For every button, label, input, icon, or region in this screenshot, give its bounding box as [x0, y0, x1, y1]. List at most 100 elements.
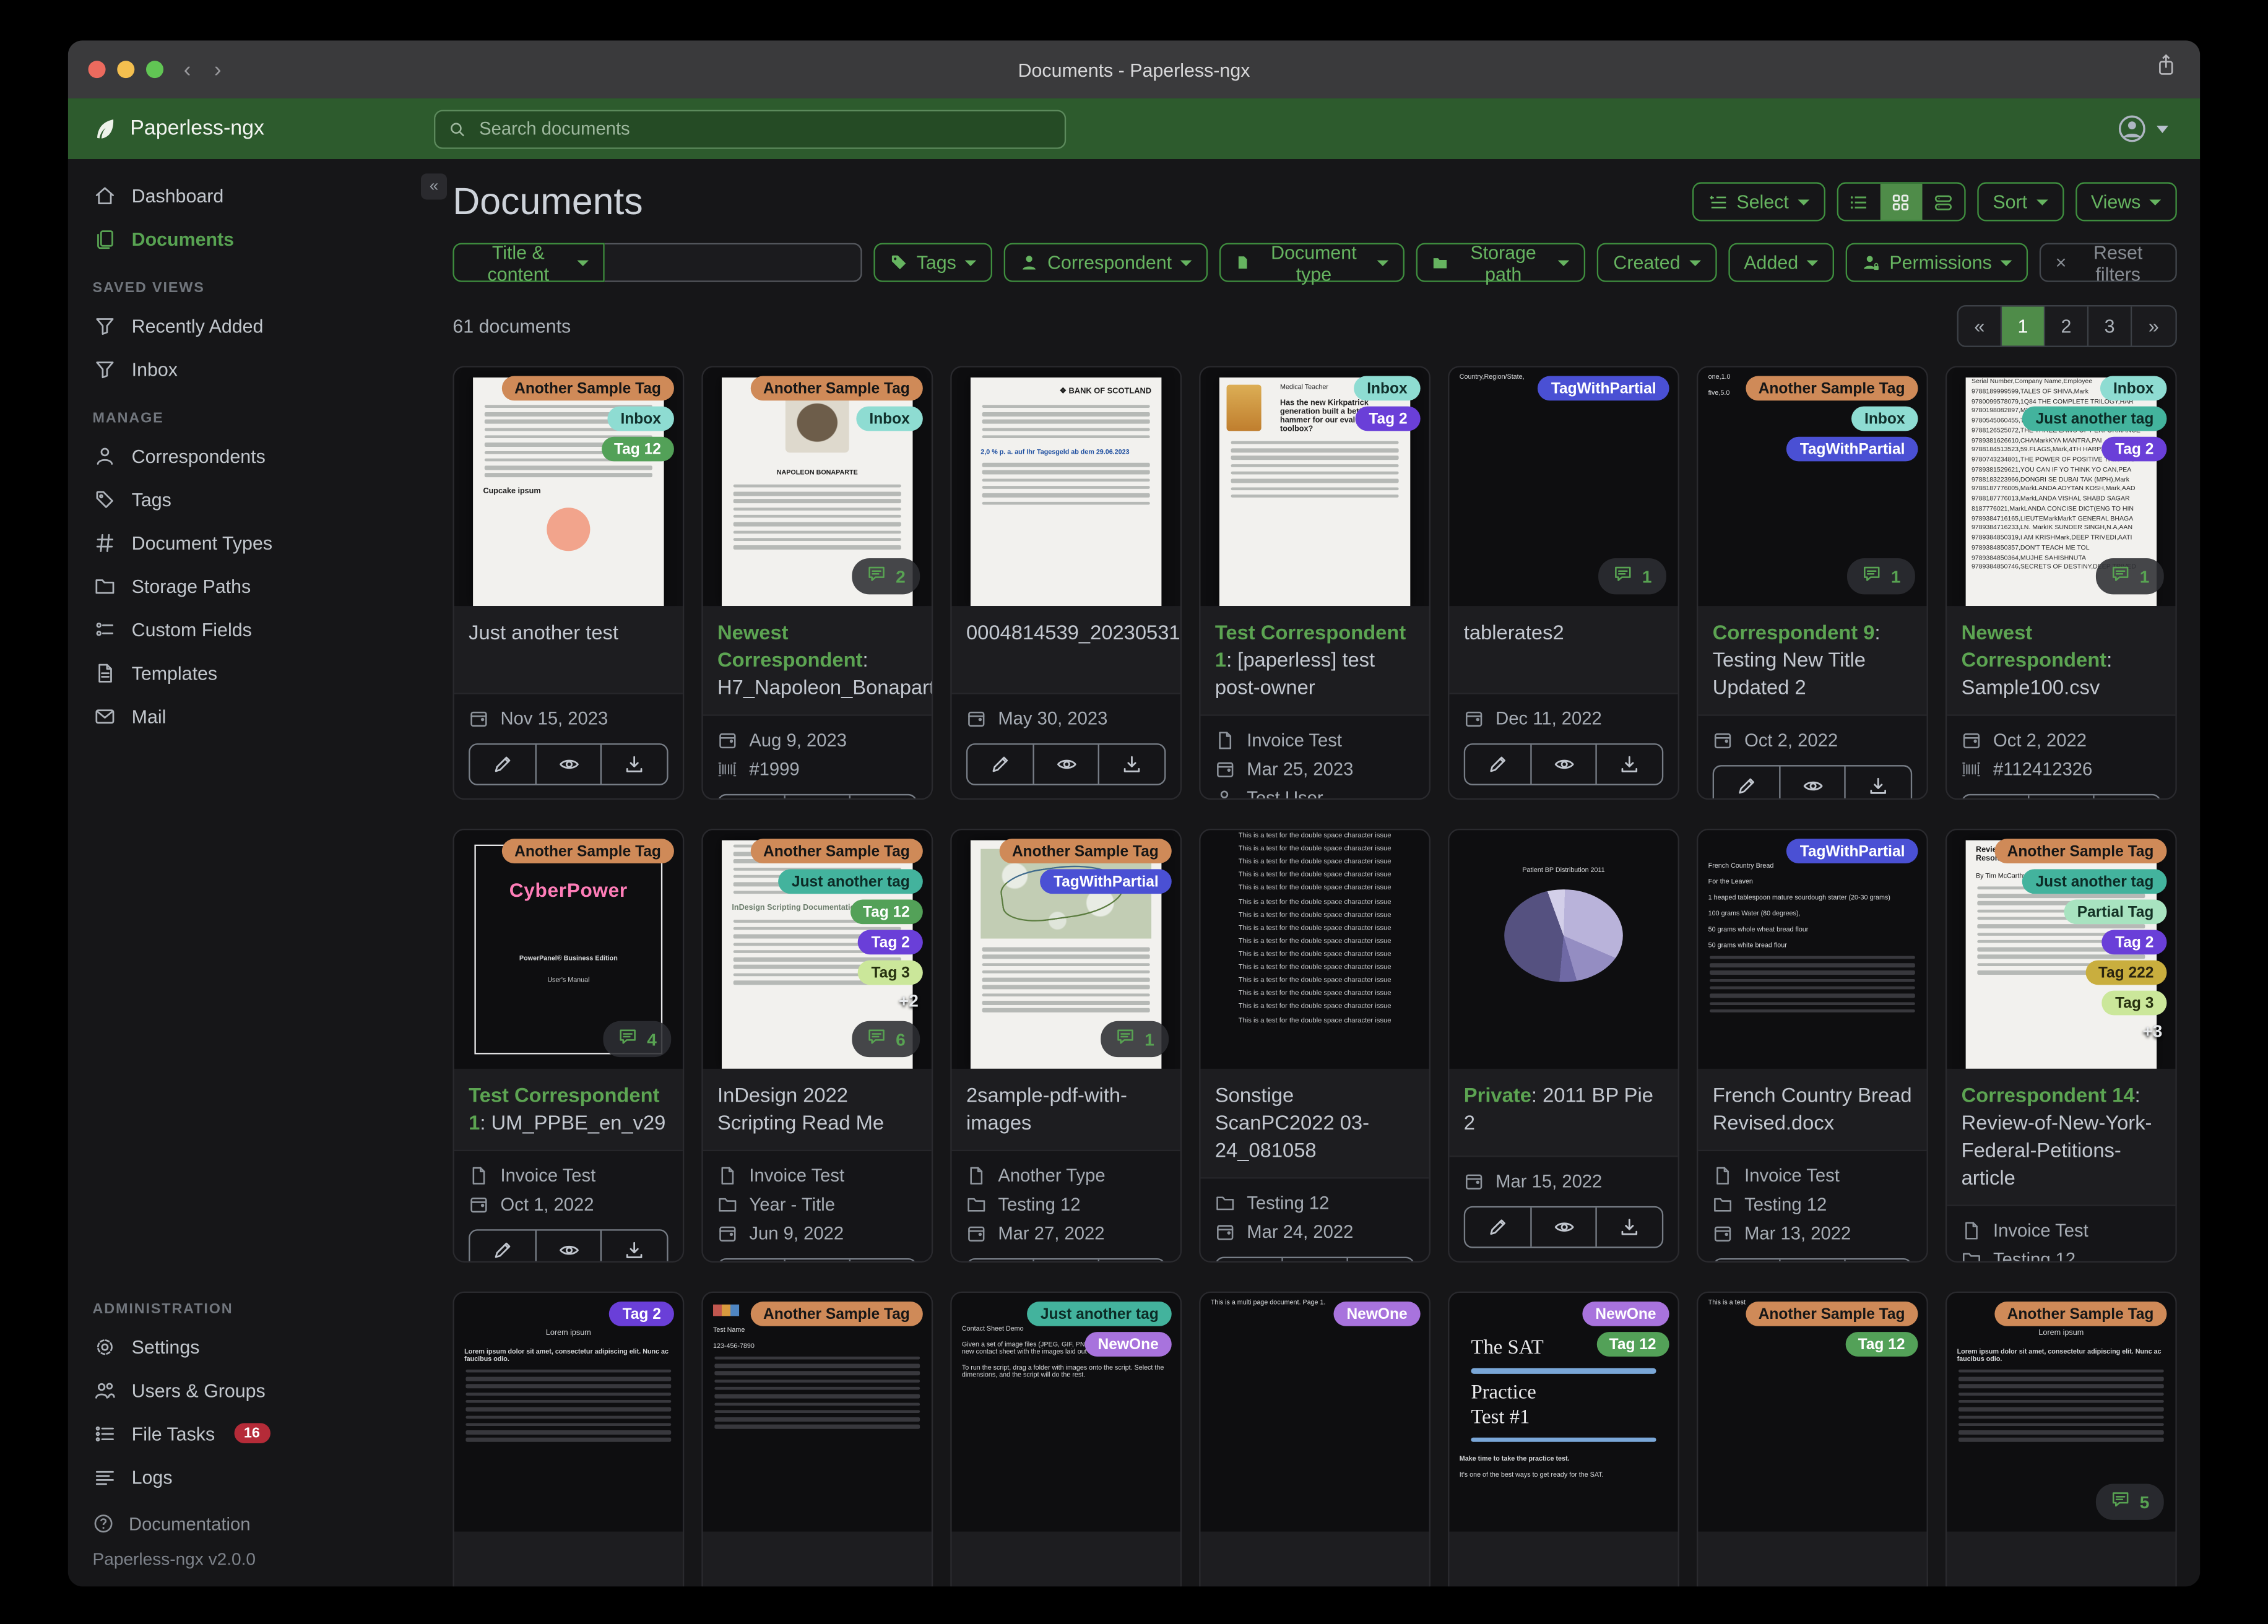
edit-document-button[interactable] — [1465, 745, 1531, 784]
tag-pill[interactable]: Just another tag — [778, 869, 923, 894]
tag-pill[interactable]: Tag 3 — [858, 960, 923, 985]
sidebar-item-recently-added[interactable]: Recently Added — [68, 304, 434, 347]
document-meta-row[interactable]: May 30, 2023 — [966, 704, 1166, 733]
views-button[interactable]: Views — [2075, 182, 2177, 222]
document-meta-row[interactable]: Aug 9, 2023 — [717, 725, 917, 754]
document-title[interactable]: 2sample-pdf-with-images — [952, 1069, 1180, 1149]
created-filter-button[interactable]: Created — [1597, 243, 1716, 282]
document-correspondent[interactable]: Correspondent 9 — [1713, 620, 1875, 643]
tag-pill[interactable]: NewOne — [1333, 1302, 1421, 1326]
sidebar-item-correspondents[interactable]: Correspondents — [68, 434, 434, 477]
document-thumbnail[interactable]: Review of Arbitral Awards Shows Swift Re… — [1947, 830, 2176, 1069]
pagination-page-1[interactable]: 1 — [2002, 306, 2046, 346]
sidebar-item-storage-paths[interactable]: Storage Paths — [68, 564, 434, 607]
document-title[interactable]: 0004814539_20230531 — [952, 606, 1180, 693]
preview-document-button[interactable] — [1780, 1259, 1846, 1261]
document-card[interactable]: Review of Arbitral Awards Shows Swift Re… — [1945, 828, 2177, 1263]
document-meta-row[interactable]: Invoice Test — [1962, 1216, 2161, 1245]
edit-document-button[interactable] — [1714, 766, 1780, 798]
preview-document-button[interactable] — [1531, 745, 1598, 784]
document-card[interactable]: ❖ BANK OF SCOTLAND 2,0 % p. a. auf Ihr Ta… — [950, 366, 1182, 800]
permissions-filter-button[interactable]: Permissions — [1846, 243, 2028, 282]
app-brand[interactable]: Paperless-ngx — [68, 116, 434, 141]
sidebar-item-document-types[interactable]: Document Types — [68, 520, 434, 564]
tag-pill[interactable]: Tag 2 — [858, 930, 923, 955]
tag-pill[interactable]: Another Sample Tag — [1994, 839, 2167, 864]
tag-pill[interactable]: TagWithPartial — [1538, 376, 1669, 401]
document-card[interactable]: Country,Region/State, TagWithPartial 1 tabl… — [1448, 366, 1679, 800]
download-document-button[interactable] — [1846, 766, 1910, 798]
preview-document-button[interactable] — [785, 795, 851, 798]
tag-pill[interactable]: Partial Tag — [2064, 899, 2167, 925]
pagination-page-3[interactable]: 3 — [2088, 306, 2132, 346]
tag-pill[interactable]: Another Sample Tag — [750, 839, 923, 864]
notes-badge[interactable]: 1 — [1847, 558, 1915, 595]
document-title[interactable]: Correspondent 9: Testing New Title Updat… — [1698, 606, 1926, 714]
document-card[interactable]: InDesign Scripting Documentation Another … — [701, 828, 933, 1263]
tag-pill[interactable]: Another Sample Tag — [1745, 376, 1918, 401]
storage-path-filter-button[interactable]: Storage path — [1416, 241, 1586, 284]
preview-document-button[interactable] — [536, 1230, 602, 1261]
share-icon[interactable] — [2155, 53, 2177, 84]
document-meta-row[interactable]: #1999 — [717, 754, 917, 784]
document-meta-row[interactable]: Mar 27, 2022 — [966, 1219, 1166, 1248]
sidebar-item-users-groups[interactable]: Users & Groups — [68, 1368, 434, 1412]
document-card[interactable]: This is a test for the double space char… — [1199, 828, 1431, 1263]
tag-pill[interactable]: Inbox — [607, 406, 674, 431]
tag-pill[interactable]: TagWithPartial — [1786, 839, 1918, 864]
title-content-input[interactable] — [604, 243, 862, 282]
document-meta-row[interactable]: Invoice Test — [1713, 1161, 1912, 1190]
document-thumbnail[interactable]: ❖ BANK OF SCOTLAND 2,0 % p. a. auf Ihr Ta… — [951, 367, 1180, 607]
document-card[interactable]: Test Name 123-456-7890 Another Sample Tag — [701, 1291, 933, 1587]
select-button[interactable]: Select — [1691, 182, 1825, 222]
sidebar-item-mail[interactable]: Mail — [68, 694, 434, 738]
download-document-button[interactable] — [851, 795, 915, 798]
tag-pill[interactable]: Another Sample Tag — [1745, 1302, 1918, 1326]
tag-pill[interactable]: Inbox — [1354, 376, 1421, 401]
document-meta-row[interactable]: Test User — [1215, 784, 1414, 798]
sidebar-item-custom-fields[interactable]: Custom Fields — [68, 607, 434, 650]
tag-pill[interactable]: Another Sample Tag — [501, 376, 674, 401]
document-card[interactable]: The SAT Practice Test #1 Make time to take … — [1448, 1291, 1679, 1587]
document-thumbnail[interactable]: InDesign Scripting Documentation Another … — [703, 830, 932, 1069]
tag-pill[interactable]: Another Sample Tag — [501, 839, 674, 864]
download-document-button[interactable] — [1598, 745, 1662, 784]
document-meta-row[interactable]: #112412326 — [1962, 754, 2161, 784]
tag-pill[interactable]: TagWithPartial — [1040, 869, 1172, 894]
download-document-button[interactable] — [1598, 1207, 1662, 1246]
document-title[interactable]: tablerates2 — [1449, 606, 1677, 693]
tag-pill[interactable]: Tag 12 — [600, 436, 674, 462]
document-meta-row[interactable]: Dec 11, 2022 — [1464, 704, 1663, 733]
tag-pill[interactable]: Tag 2 — [609, 1302, 674, 1326]
sidebar-item-file-tasks[interactable]: File Tasks 16 — [68, 1412, 434, 1455]
search-input[interactable] — [476, 117, 1052, 140]
browser-forward-icon[interactable]: › — [214, 57, 222, 82]
document-meta-row[interactable]: Invoice Test — [717, 1161, 917, 1190]
edit-document-button[interactable] — [1465, 1207, 1531, 1247]
minimize-window-button[interactable] — [117, 61, 135, 79]
document-meta-row[interactable]: Oct 2, 2022 — [1713, 725, 1912, 754]
tag-pill[interactable]: NewOne — [1084, 1332, 1172, 1357]
document-card[interactable]: Lorem ipsum Lorem ipsum dolor sit amet, c… — [452, 1291, 685, 1587]
document-thumbnail[interactable]: Test Name 123-456-7890 Another Sample Tag — [703, 1293, 932, 1532]
document-thumbnail[interactable]: one,1.0 five,5.0 Another Sample Tag Inbox Ta… — [1698, 367, 1927, 607]
tag-pill[interactable]: TagWithPartial — [1786, 436, 1918, 462]
reset-filters-button[interactable]: × Reset filters — [2039, 241, 2177, 284]
document-meta-row[interactable]: Testing 12 — [1215, 1188, 1414, 1217]
document-card[interactable]: Adobe Acrobat PDF FilesCupcake ipsumAnot… — [452, 366, 685, 800]
sidebar-item-settings[interactable]: Settings — [68, 1324, 434, 1368]
pagination-page-2[interactable]: 2 — [2045, 306, 2089, 346]
document-type-filter-button[interactable]: Document type — [1219, 241, 1405, 284]
tag-pill[interactable]: Tag 2 — [1356, 406, 1421, 431]
document-meta-row[interactable]: Invoice Test — [1215, 725, 1414, 754]
sidebar-item-templates[interactable]: Templates — [68, 651, 434, 694]
edit-document-button[interactable] — [719, 795, 786, 798]
tag-pill[interactable]: Another Sample Tag — [750, 376, 923, 401]
document-card[interactable]: NAPOLEON BONAPARTE Another Sample Tag Inbo… — [701, 366, 933, 800]
document-title[interactable]: Correspondent 14: Review-of-New-York-Fed… — [1947, 1069, 2175, 1204]
title-content-button[interactable]: Title & content — [452, 241, 604, 284]
document-card[interactable]: Serial Number,Company Name,Employee 97881… — [1945, 366, 2177, 800]
edit-document-button[interactable] — [1963, 795, 2029, 798]
edit-document-button[interactable] — [1714, 1259, 1780, 1261]
tag-pill[interactable]: Tag 12 — [1845, 1332, 1918, 1357]
